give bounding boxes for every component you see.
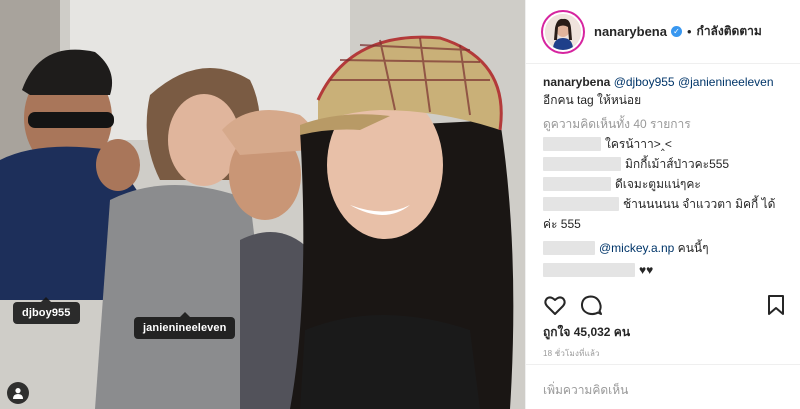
blurred-username [543,157,621,171]
comment: ช้านนนนน จำแววตา มิคกี้ ได้ [543,195,790,213]
post-actions [543,292,790,318]
blurred-username [543,241,595,255]
mention-link[interactable]: @janienineeleven [678,75,774,89]
comment-text: ใครน้าาา>‸< [605,137,672,151]
blurred-username [543,137,601,151]
likes-count[interactable]: ถูกใจ 45,032 คน [543,323,630,342]
separator-dot: • [686,24,692,39]
comment: ใครน้าาา>‸< [543,135,790,153]
mention-link[interactable]: @mickey.a.np [599,239,674,257]
comment: @mickey.a.np คนนี้ๆ [543,239,790,257]
post-timestamp[interactable]: 18 ชั่วโมงที่แล้ว [543,347,600,360]
comment-text: ค่ะ 555 [543,217,581,231]
photo-user-tag[interactable]: djboy955 [13,297,80,324]
caption: nanarybena @djboy955 @janienineeleven อี… [543,73,790,109]
comment: ดีเจมะตูมแน่ๆคะ [543,175,790,193]
view-all-comments-link[interactable]: ดูความคิดเห็นทั้ง 40 รายการ [543,115,790,133]
avatar[interactable] [543,11,583,52]
comments-section: nanarybena @djboy955 @janienineeleven อี… [543,73,790,277]
blurred-username [543,263,635,277]
comment-text: ♥♥ [639,263,654,277]
mention-link[interactable]: @djboy955 [614,75,675,89]
caption-text: อีกคน tag ให้หน่อย [543,93,642,107]
caption-username[interactable]: nanarybena [543,75,610,89]
post-side-panel: nanarybena ✓ • กำลังติดตาม nanarybena @d… [525,0,800,409]
verified-badge-icon: ✓ [670,26,682,37]
post-photo[interactable]: djboy955 janienineeleven [0,0,525,409]
blurred-username [543,197,619,211]
comment-text: มิกกี้เม้าส์ป่าวคะ555 [625,157,730,171]
comment-bubble-icon[interactable] [579,293,603,317]
post-header: nanarybena ✓ • กำลังติดตาม [526,0,800,64]
photo-user-tag[interactable]: janienineeleven [134,312,236,339]
blurred-username [543,177,611,191]
heart-icon[interactable] [543,293,567,317]
comment-continuation: ค่ะ 555 [543,215,790,233]
header-username[interactable]: nanarybena [594,24,667,39]
add-comment-input[interactable]: เพิ่มความคิดเห็น [526,364,800,409]
comment-text: ช้านนนนน จำแววตา มิคกี้ ได้ [623,197,776,211]
photo-scene [0,0,525,409]
bookmark-icon[interactable] [764,293,788,317]
comment-text: ดีเจมะตูมแน่ๆคะ [615,177,701,191]
comment: มิกกี้เม้าส์ป่าวคะ555 [543,155,790,173]
comment-text: คนนี้ๆ [677,241,709,255]
comment: ♥♥ [543,261,790,277]
following-button[interactable]: กำลังติดตาม [697,22,762,41]
person-icon[interactable] [7,382,29,404]
